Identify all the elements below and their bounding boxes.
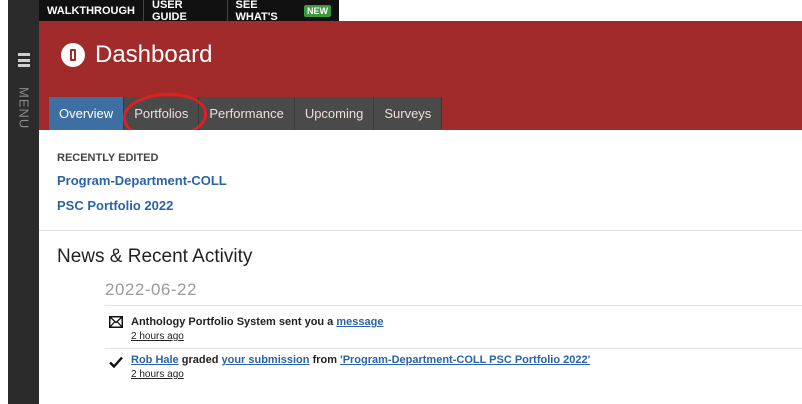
submission-link[interactable]: your submission xyxy=(221,354,309,366)
tab-overview[interactable]: Overview xyxy=(49,97,125,130)
hamburger-icon[interactable] xyxy=(18,53,30,67)
message-link[interactable]: message xyxy=(336,316,383,328)
menu-label[interactable]: MENU xyxy=(10,78,38,138)
new-badge: NEW xyxy=(304,4,331,17)
activity-actor: Anthology Portfolio System xyxy=(131,316,276,328)
activity-text: Rob Hale graded your submission from 'Pr… xyxy=(131,354,590,366)
tab-performance[interactable]: Performance xyxy=(199,97,295,130)
side-menu-rail[interactable]: MENU xyxy=(8,0,39,404)
whats-new-button[interactable]: SEE WHAT'S NEW xyxy=(228,0,339,23)
walkthrough-button[interactable]: WALKTHROUGH xyxy=(39,0,144,21)
recent-item-link[interactable]: PSC Portfolio 2022 xyxy=(57,198,173,213)
activity-date: 2022-06-22 xyxy=(105,280,197,299)
user-guide-button[interactable]: USER GUIDE xyxy=(144,0,228,23)
checkmark-icon xyxy=(109,356,123,368)
tab-portfolios[interactable]: Portfolios xyxy=(124,97,200,130)
tab-upcoming[interactable]: Upcoming xyxy=(294,97,375,130)
divider xyxy=(105,305,802,306)
recent-item-link[interactable]: Program-Department-COLL xyxy=(57,173,227,188)
activity-verb: sent you a xyxy=(275,316,337,328)
logo-icon xyxy=(61,43,85,67)
divider xyxy=(105,348,802,349)
envelope-icon xyxy=(109,316,123,328)
whats-new-label: SEE WHAT'S xyxy=(235,0,278,23)
page-title: Dashboard xyxy=(95,41,213,68)
left-margin xyxy=(0,0,8,404)
recently-edited-heading: RECENTLY EDITED xyxy=(57,152,159,164)
tab-surveys[interactable]: Surveys xyxy=(374,97,443,130)
portfolio-link[interactable]: 'Program-Department-COLL PSC Portfolio 2… xyxy=(340,354,590,366)
activity-from: from xyxy=(309,354,341,366)
page-header: Dashboard xyxy=(39,21,802,97)
activity-text: Anthology Portfolio System sent you a me… xyxy=(131,316,383,328)
tab-bar: Overview Portfolios Performance Upcoming… xyxy=(39,97,802,130)
activity-time: 2 hours ago xyxy=(131,331,184,342)
news-title: News & Recent Activity xyxy=(57,246,253,267)
activity-verb: graded xyxy=(178,354,222,366)
recently-edited-panel: RECENTLY EDITED Program-Department-COLL … xyxy=(39,130,802,231)
activity-time: 2 hours ago xyxy=(131,369,184,380)
user-link[interactable]: Rob Hale xyxy=(131,354,179,366)
news-panel: News & Recent Activity 2022-06-22 Anthol… xyxy=(39,231,802,404)
top-toolbar: WALKTHROUGH USER GUIDE SEE WHAT'S NEW xyxy=(39,0,339,23)
